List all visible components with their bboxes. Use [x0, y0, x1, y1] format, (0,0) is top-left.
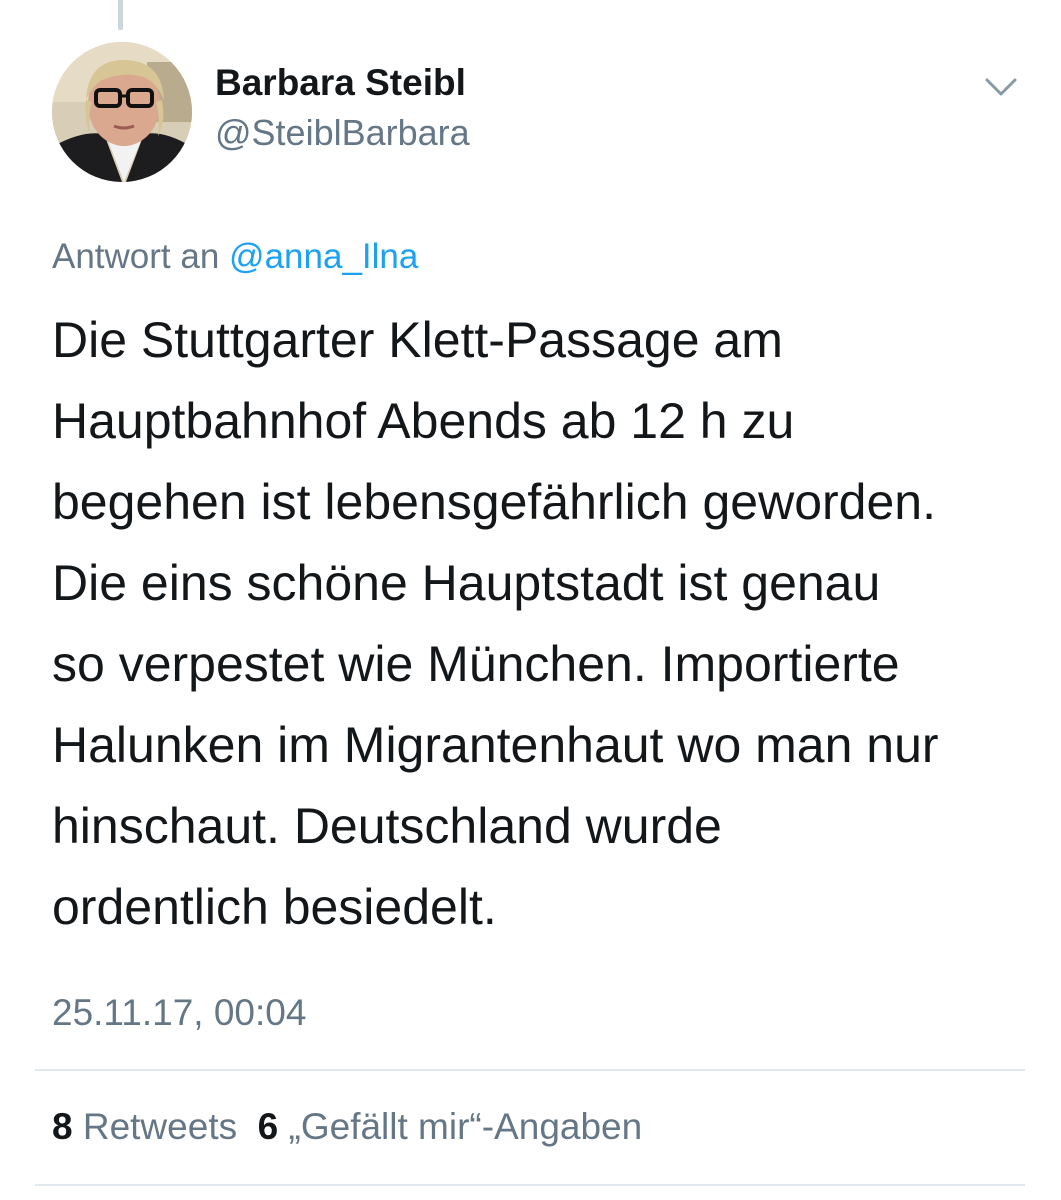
- author-display-name[interactable]: Barbara Steibl: [215, 62, 466, 104]
- divider: [35, 1184, 1025, 1186]
- divider: [35, 1069, 1025, 1071]
- tweet-timestamp[interactable]: 25.11.17, 00:04: [52, 992, 306, 1034]
- likes-count: 6: [257, 1106, 279, 1147]
- author-handle[interactable]: @SteiblBarbara: [215, 112, 470, 154]
- chevron-down-icon: [985, 78, 1017, 96]
- reply-context: Antwort an @anna_Ilna: [52, 237, 418, 277]
- tweet-menu-button[interactable]: [983, 74, 1019, 100]
- avatar[interactable]: [52, 42, 192, 182]
- likes-stat[interactable]: 6 „Gefällt mir“-Angaben: [258, 1106, 643, 1147]
- thread-connector-line: [118, 0, 123, 30]
- retweets-count: 8: [52, 1106, 73, 1147]
- reply-mention-link[interactable]: @anna_Ilna: [229, 237, 418, 276]
- avatar-photo: [52, 42, 192, 182]
- likes-label: „Gefällt mir“-Angaben: [288, 1106, 643, 1147]
- tweet-text: Die Stuttgarter Klett-Passage am Hauptba…: [52, 312, 939, 935]
- retweets-label: Retweets: [82, 1106, 238, 1147]
- retweets-stat[interactable]: 8 Retweets: [52, 1106, 237, 1147]
- reply-prefix: Antwort an: [52, 237, 220, 276]
- tweet-stats: 8 Retweets 6 „Gefällt mir“-Angaben: [52, 1106, 642, 1148]
